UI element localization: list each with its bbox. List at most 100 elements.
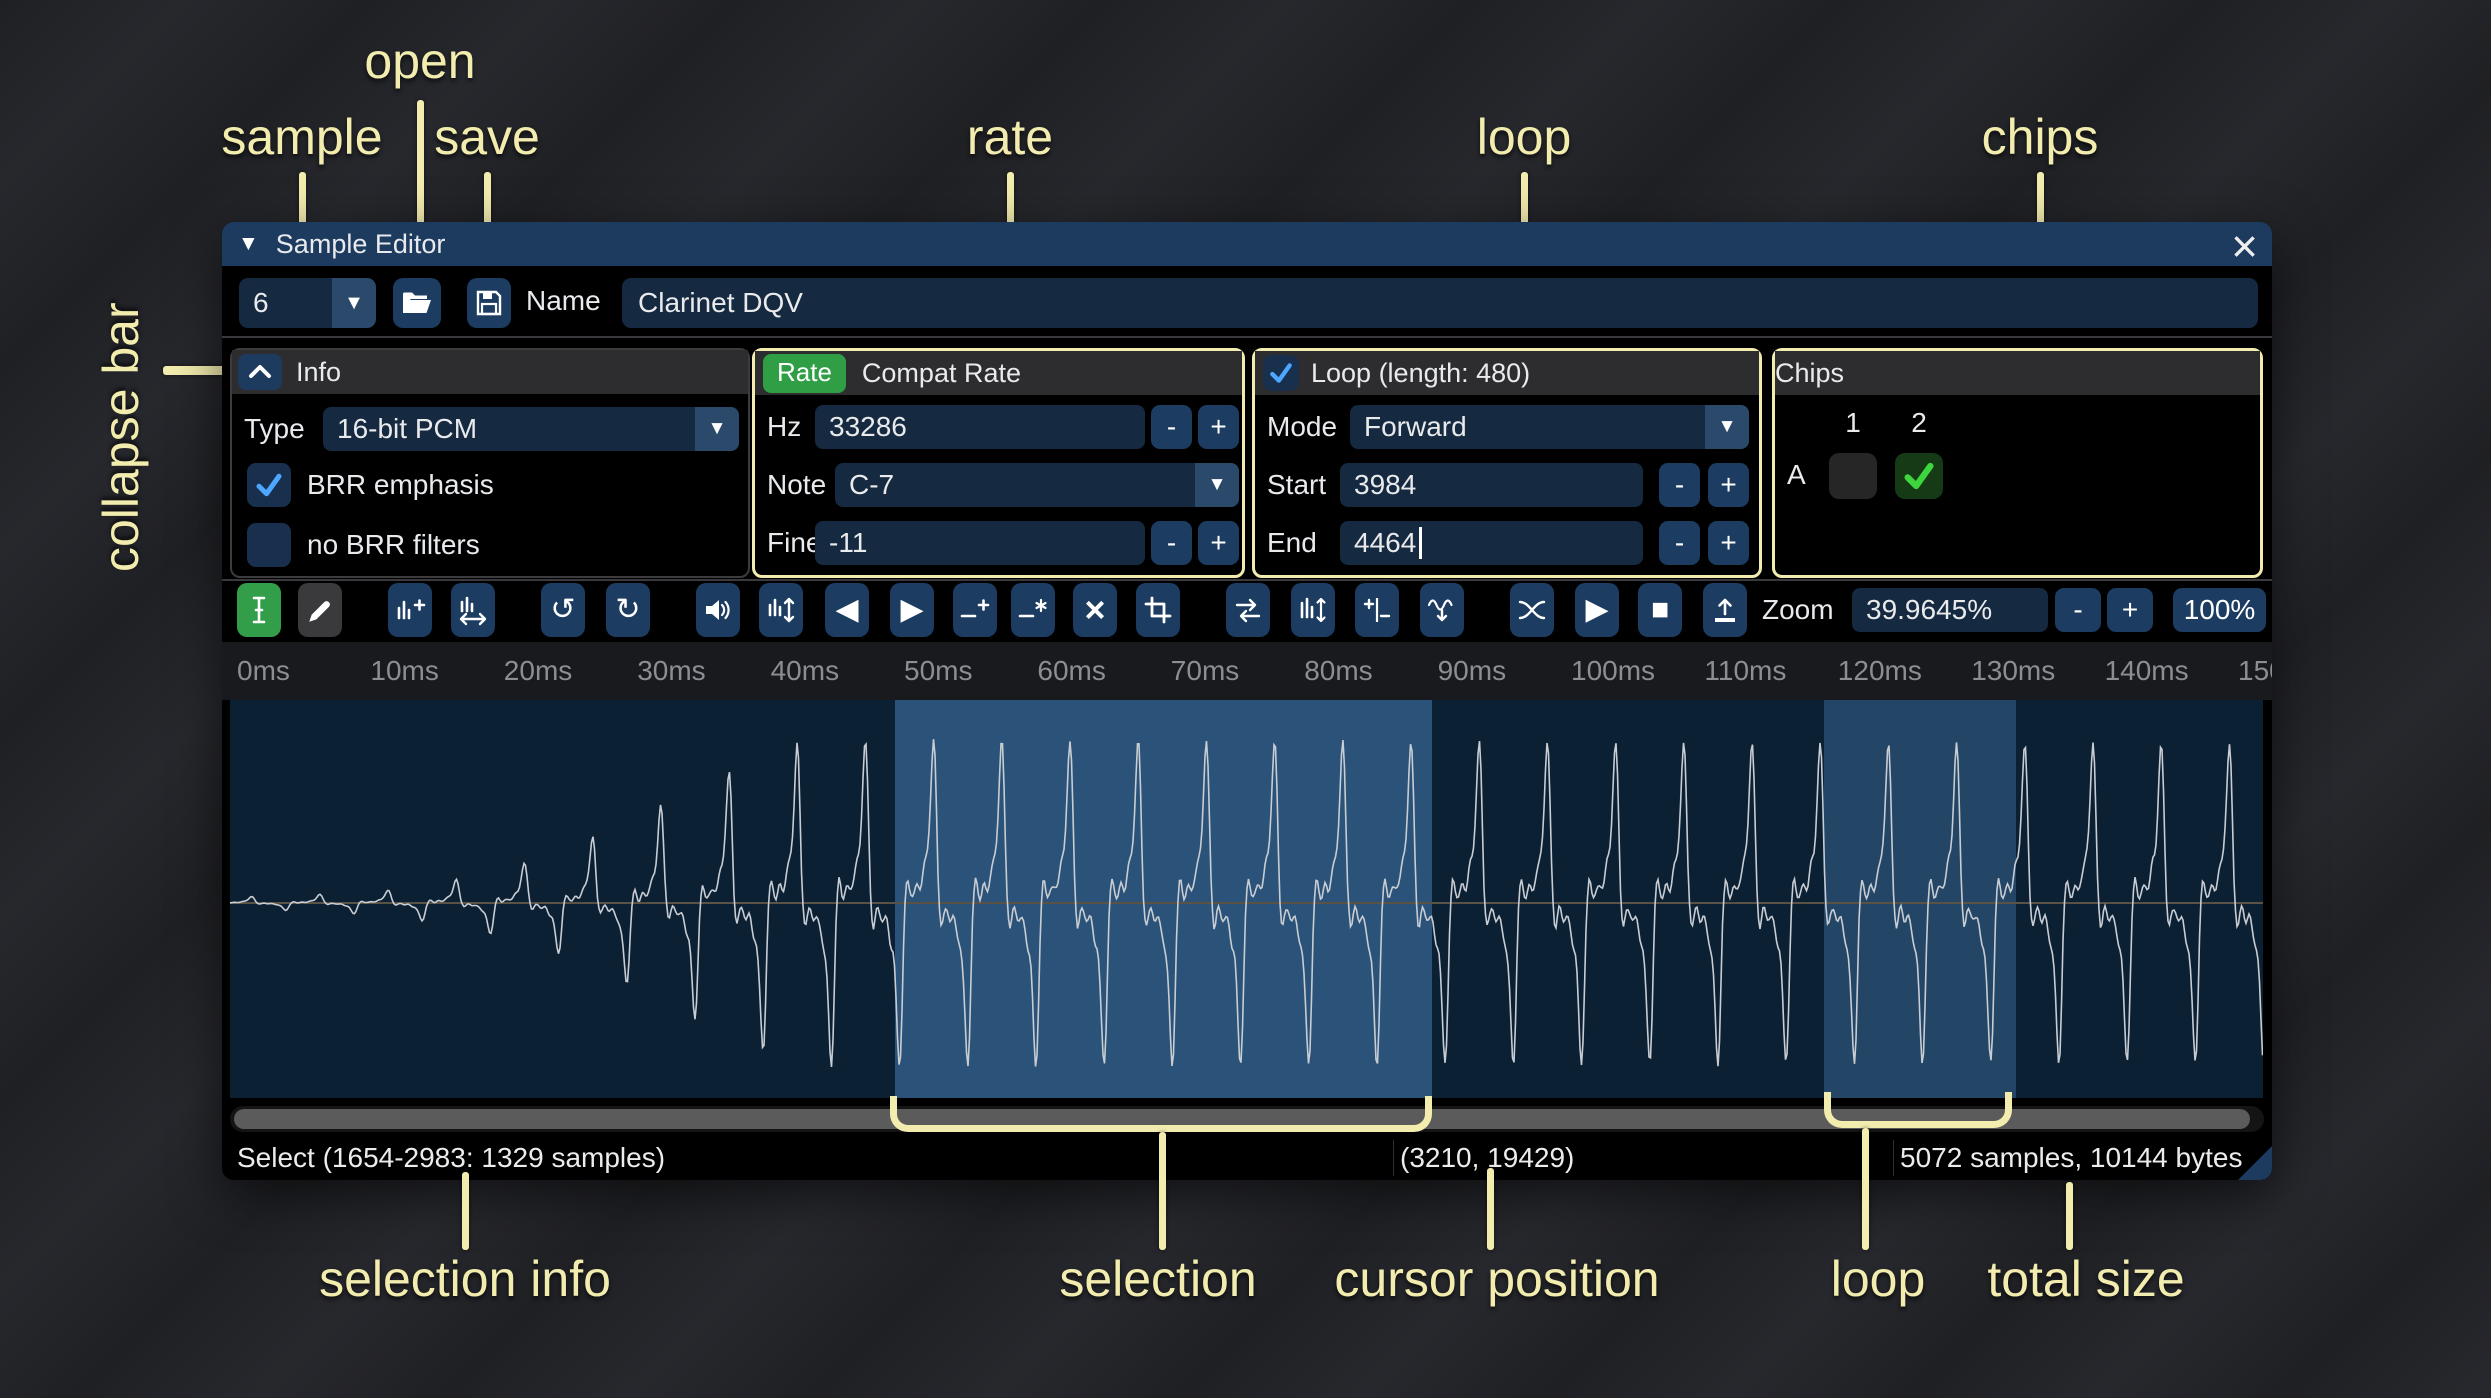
hz-input[interactable]: 33286 [815,405,1145,449]
annotation-rate: rate [966,109,1054,165]
loop-end-value: 4464 [1354,527,1417,558]
resize-button[interactable] [388,583,432,637]
note-dropdown[interactable]: C-7 ▼ [835,463,1239,507]
delete-button[interactable]: × [1073,583,1117,637]
chip-column-1: 1 [1845,407,1861,438]
undo-button[interactable]: ↺ [541,583,585,637]
loop-enable-checkbox[interactable] [1263,355,1299,391]
apply-filter-button[interactable] [1420,583,1464,637]
status-divider [1393,1140,1394,1176]
hz-minus-button[interactable]: - [1151,405,1192,449]
window-title-bar[interactable]: ▼ Sample Editor × [222,222,2272,272]
zoom-in-button[interactable]: + [2107,588,2153,632]
pencil-icon [309,601,330,622]
insert-silence-button[interactable] [953,583,997,637]
edit-mode-select-button[interactable] [237,583,281,637]
ruler-tick: 30ms [637,655,706,686]
reverse-icon [1235,598,1261,623]
save-sample-button[interactable] [467,278,511,328]
ruler-tick: 50ms [904,655,973,686]
chevron-down-icon[interactable]: ▼ [332,278,376,328]
reverse-button[interactable] [1226,583,1270,637]
annotation-cursor-position: cursor position [1334,1251,1660,1307]
zoom-out-button[interactable]: - [2055,588,2101,632]
ibeam-cursor-icon [252,596,266,624]
edit-mode-draw-button[interactable] [298,583,342,637]
amplify-button[interactable] [696,583,740,637]
fine-minus-button[interactable]: - [1151,521,1192,565]
annotation-loop-top: loop [1476,109,1572,165]
chip-row-label: A [1787,459,1806,490]
upload-sample-button[interactable] [1703,583,1747,637]
zoom-input[interactable]: 39.9645% [1852,588,2048,632]
no-brr-filters-checkbox[interactable] [247,523,291,567]
signed-unsigned-button[interactable] [1355,583,1399,637]
window-resize-grip[interactable] [2238,1146,2272,1180]
fade-out-button[interactable]: ▶ [890,583,934,637]
selection-region[interactable] [895,700,1432,1098]
fade-in-button[interactable]: ◀ [825,583,869,637]
play-preview-button[interactable]: ▶ [1575,583,1619,637]
ruler-tick: 140ms [2104,655,2189,686]
loop-end-input[interactable]: 4464 [1340,521,1643,565]
loop-end-plus-button[interactable]: + [1708,521,1749,565]
loop-start-input[interactable]: 3984 [1340,463,1643,507]
waveform-display[interactable] [230,700,2263,1098]
check-icon [256,473,282,497]
annotation-collapse-bar: collapse bar [93,302,149,572]
sample-editor-window: ▼ Sample Editor × 6 ▼ Name Clarinet DQV [222,222,2272,1180]
zoom-reset-button[interactable]: 100% [2173,588,2266,632]
window-collapse-icon[interactable]: ▼ [238,232,259,256]
ruler-tick: 120ms [1837,655,1922,686]
info-panel-title: Info [296,356,342,387]
loop-start-plus-button[interactable]: + [1708,463,1749,507]
normalize-button[interactable] [759,583,803,637]
collapse-bar-button[interactable] [238,354,282,390]
invert-button[interactable] [1291,583,1335,637]
loop-start-minus-button[interactable]: - [1659,463,1700,507]
annotation-chips: chips [1981,109,2099,165]
chip-2-checkbox[interactable] [1895,453,1943,499]
speaker-icon [706,600,730,620]
fine-plus-button[interactable]: + [1198,521,1239,565]
chevron-down-icon[interactable]: ▼ [1195,463,1239,507]
floppy-disk-icon [475,289,503,317]
annotation-loop-bottom: loop [1830,1251,1926,1307]
ruler-tick: 20ms [503,655,573,686]
open-sample-button[interactable] [393,278,441,328]
fine-input[interactable]: -11 [815,521,1145,565]
ruler-tick: 40ms [770,655,840,686]
brr-emphasis-checkbox[interactable] [247,463,291,507]
annotation-cursor-position-line [1487,1168,1494,1250]
chevron-down-icon[interactable]: ▼ [695,407,739,451]
stop-preview-button[interactable]: ■ [1638,583,1682,637]
annotation-save: save [434,109,540,165]
sample-index-dropdown[interactable]: 6 ▼ [239,278,376,328]
status-bar: Select (1654-2983: 1329 samples) (3210, … [222,1136,2272,1180]
annotation-total-size-line [2066,1182,2073,1250]
timeline-ruler[interactable]: 0ms 10ms 20ms 30ms 40ms 50ms 60ms 70ms 80ms 90ms 1… [222,642,2272,700]
chips-panel-header: Chips [1775,351,2260,395]
loop-panel-header: Loop (length: 480) [1255,351,1759,395]
redo-button[interactable]: ↻ [606,583,650,637]
divider [222,336,2272,338]
crossfade-button[interactable] [1510,583,1554,637]
chip-1-checkbox[interactable] [1829,453,1877,499]
hz-label: Hz [767,411,802,442]
type-dropdown[interactable]: 16-bit PCM ▼ [323,407,739,451]
close-icon[interactable]: × [2231,222,2258,273]
hz-plus-button[interactable]: + [1198,405,1239,449]
trim-button[interactable] [1136,583,1180,637]
crossfade-icon [1518,600,1546,620]
resize-stretch-button[interactable] [451,583,495,637]
play-icon: ▶ [1585,593,1609,626]
loop-end-minus-button[interactable]: - [1659,521,1700,565]
rate-mode-button[interactable]: Rate [763,353,846,393]
loop-mode-dropdown[interactable]: Forward ▼ [1350,405,1749,449]
apply-silence-button[interactable] [1011,583,1055,637]
sample-name-input[interactable]: Clarinet DQV [622,278,2258,328]
chevron-down-icon[interactable]: ▼ [1705,405,1749,449]
check-icon [1270,363,1292,383]
rate-panel-header: Rate Compat Rate [755,351,1242,395]
fade-in-icon: ◀ [835,593,859,626]
